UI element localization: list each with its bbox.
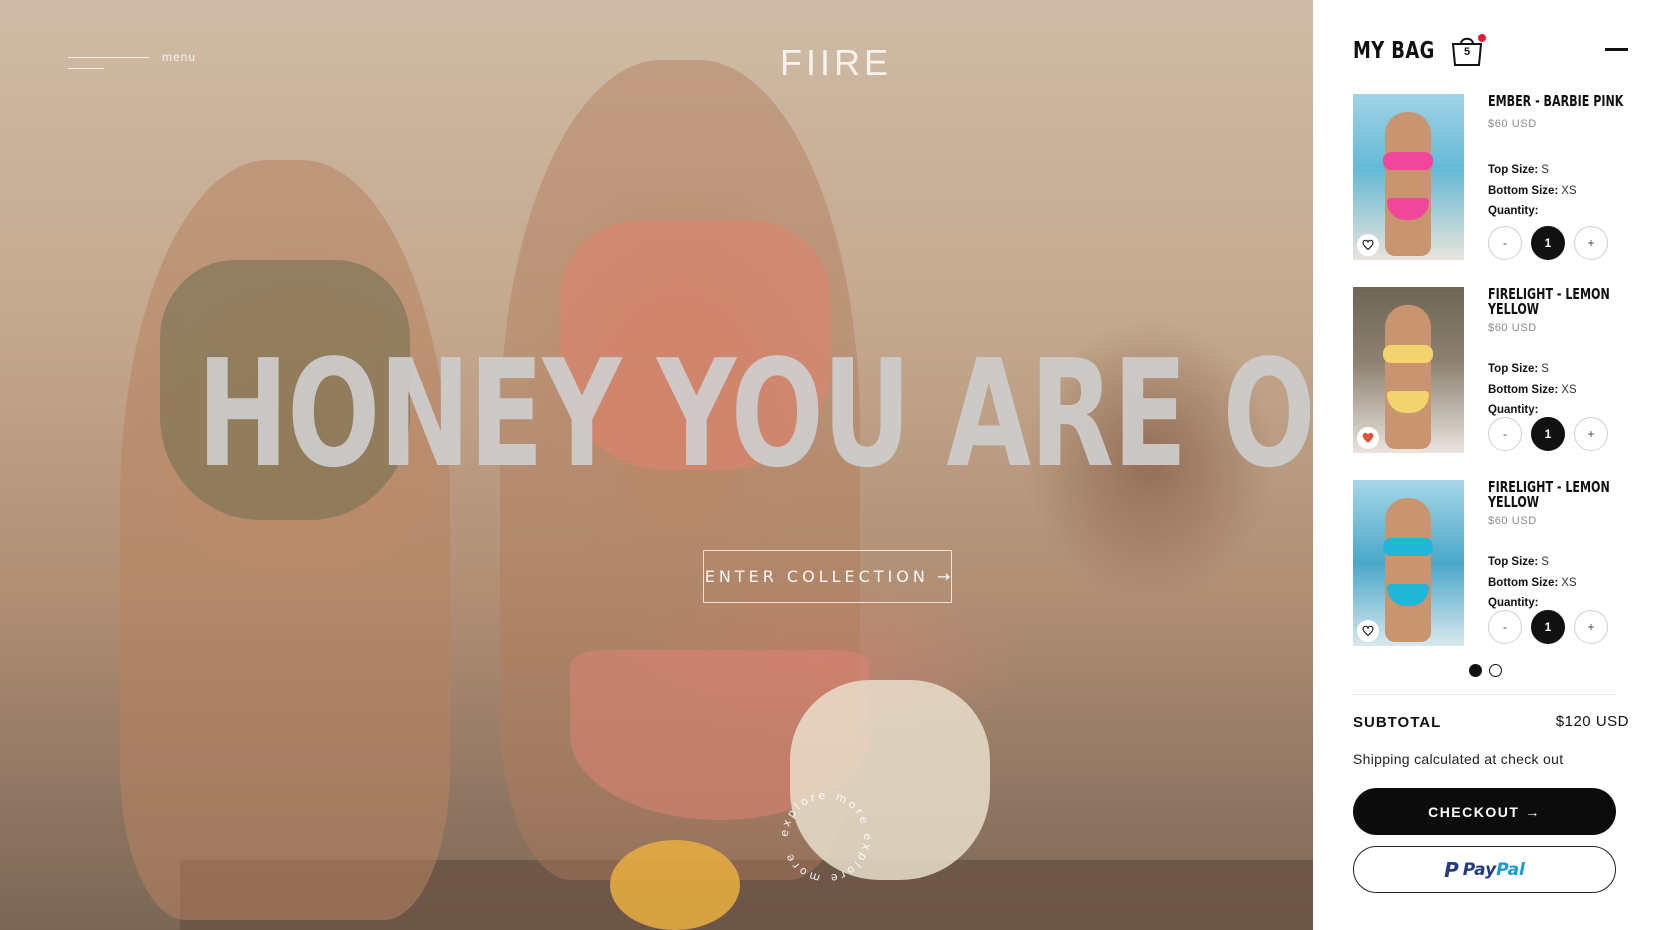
paypal-button[interactable]: P PayPal	[1353, 846, 1616, 893]
item-details: EMBER - BARBIE PINK $60 USD	[1488, 94, 1648, 131]
item-price: $60 USD	[1488, 322, 1537, 334]
quantity-stepper: - 1 +	[1488, 610, 1608, 644]
favorite-button[interactable]	[1357, 234, 1379, 256]
item-name[interactable]: FIRELIGHT - LEMON YELLOW	[1488, 480, 1643, 510]
increase-quantity-button[interactable]: +	[1574, 226, 1608, 260]
thumbnail-swim-top	[1383, 345, 1433, 363]
brand-logo[interactable]: FIIRE	[780, 42, 892, 84]
quantity-label: Quantity:	[1488, 404, 1539, 416]
paypal-wordmark: PayPal	[1463, 860, 1525, 880]
thumbnail-swim-top	[1383, 538, 1433, 556]
menu-line-icon	[68, 57, 150, 58]
quantity-value: 1	[1531, 417, 1565, 451]
thumbnail-model	[1385, 305, 1431, 449]
product-thumbnail[interactable]	[1353, 480, 1464, 646]
bottom-size-label: Bottom Size:	[1488, 184, 1559, 197]
bottom-size-label: Bottom Size:	[1488, 576, 1559, 589]
increase-quantity-button[interactable]: +	[1574, 610, 1608, 644]
bag-panel: MY BAG 5 EMBER - BARBIE PINK $60 USD Top…	[1313, 0, 1655, 930]
item-name[interactable]: FIRELIGHT - LEMON YELLOW	[1488, 287, 1643, 317]
pagination-dot[interactable]	[1489, 664, 1502, 677]
bottom-size-row: Bottom Size: XS	[1488, 181, 1577, 202]
bag-header: MY BAG 5	[1353, 34, 1635, 74]
bottom-size-row: Bottom Size: XS	[1488, 573, 1577, 594]
item-price: $60 USD	[1488, 118, 1537, 130]
cart-item: FIRELIGHT - LEMON YELLOW $60 USD Top Siz…	[1353, 480, 1643, 648]
top-size-label: Top Size:	[1488, 164, 1539, 176]
checkout-button[interactable]: CHECKOUT →	[1353, 788, 1616, 835]
top-size-label: Top Size:	[1488, 556, 1539, 568]
pagination-dot-active[interactable]	[1469, 664, 1482, 677]
paypal-pal-text: Pal	[1496, 859, 1525, 880]
hero-section: menu FIIRE HONEY YOU ARE ON FIRE ENTER C…	[0, 0, 1313, 930]
checkout-label: CHECKOUT	[1428, 803, 1520, 820]
increase-quantity-button[interactable]: +	[1574, 417, 1608, 451]
item-name[interactable]: EMBER - BARBIE PINK	[1488, 94, 1643, 109]
product-thumbnail[interactable]	[1353, 287, 1464, 453]
hero-headline: HONEY YOU ARE ON FIRE	[197, 328, 1313, 500]
thumbnail-model	[1385, 112, 1431, 256]
quantity-stepper: - 1 +	[1488, 417, 1608, 451]
enter-collection-label: ENTER COLLECTION	[704, 567, 929, 586]
divider	[1353, 694, 1615, 695]
heart-outline-icon	[1362, 239, 1374, 251]
carousel-pagination	[1469, 664, 1509, 678]
notification-dot	[1478, 34, 1486, 42]
menu-line-short-icon	[68, 68, 104, 69]
subtotal-label: SUBTOTAL	[1353, 714, 1442, 731]
favorite-button[interactable]	[1357, 620, 1379, 642]
top-size-value: S	[1541, 363, 1549, 375]
decrease-quantity-button[interactable]: -	[1488, 226, 1522, 260]
decrease-quantity-button[interactable]: -	[1488, 417, 1522, 451]
item-options: Top Size: S Bottom Size: XS Quantity:	[1488, 160, 1577, 222]
item-details: FIRELIGHT - LEMON YELLOW $60 USD	[1488, 287, 1648, 335]
decrease-quantity-button[interactable]: -	[1488, 610, 1522, 644]
cart-item: EMBER - BARBIE PINK $60 USD Top Size: S B…	[1353, 94, 1643, 262]
subtotal-value: $120 USD	[1555, 713, 1629, 730]
product-thumbnail[interactable]	[1353, 94, 1464, 260]
heart-filled-icon	[1362, 432, 1374, 443]
quantity-value: 1	[1531, 226, 1565, 260]
cart-item: FIRELIGHT - LEMON YELLOW $60 USD Top Siz…	[1353, 287, 1643, 455]
item-price: $60 USD	[1488, 515, 1537, 527]
bottom-size-value: XS	[1561, 184, 1577, 197]
top-size-row: Top Size: S	[1488, 552, 1577, 573]
shipping-note: Shipping calculated at check out	[1353, 751, 1564, 767]
item-details: FIRELIGHT - LEMON YELLOW $60 USD	[1488, 480, 1648, 528]
enter-collection-button[interactable]: ENTER COLLECTION →	[703, 550, 952, 603]
top-size-row: Top Size: S	[1488, 359, 1577, 380]
explore-more-text: explore more explore more	[778, 789, 871, 885]
thumbnail-swim-top	[1383, 152, 1433, 170]
close-bag-icon[interactable]	[1605, 48, 1628, 51]
bottom-size-value: XS	[1561, 383, 1577, 396]
bottom-size-row: Bottom Size: XS	[1488, 380, 1577, 401]
bag-count-badge: 5	[1463, 46, 1471, 58]
menu-toggle[interactable]: menu	[68, 50, 198, 74]
favorite-button[interactable]	[1357, 427, 1379, 449]
bottom-size-value: XS	[1561, 576, 1577, 589]
top-size-value: S	[1541, 556, 1549, 568]
quantity-value: 1	[1531, 610, 1565, 644]
explore-more-badge[interactable]: explore more explore more	[774, 785, 878, 889]
quantity-stepper: - 1 +	[1488, 226, 1608, 260]
explore-more-ring: explore more explore more	[778, 789, 874, 885]
bag-title: MY BAG	[1353, 38, 1435, 64]
heart-outline-icon	[1362, 625, 1374, 637]
quantity-label: Quantity:	[1488, 597, 1539, 609]
quantity-row: Quantity:	[1488, 201, 1577, 222]
quantity-label: Quantity:	[1488, 205, 1539, 217]
top-size-value: S	[1541, 164, 1549, 176]
top-size-row: Top Size: S	[1488, 160, 1577, 181]
menu-label: menu	[162, 50, 197, 64]
paypal-logo-icon: P	[1444, 857, 1459, 882]
top-size-label: Top Size:	[1488, 363, 1539, 375]
svg-text:explore more explore more: explore more explore more	[778, 789, 874, 885]
paypal-pay-text: Pay	[1462, 859, 1497, 880]
thumbnail-model	[1385, 498, 1431, 642]
bottom-size-label: Bottom Size:	[1488, 383, 1559, 396]
item-options: Top Size: S Bottom Size: XS Quantity:	[1488, 552, 1577, 614]
item-options: Top Size: S Bottom Size: XS Quantity:	[1488, 359, 1577, 421]
arrow-right-icon: →	[936, 567, 951, 586]
arrow-right-icon: →	[1525, 803, 1541, 820]
